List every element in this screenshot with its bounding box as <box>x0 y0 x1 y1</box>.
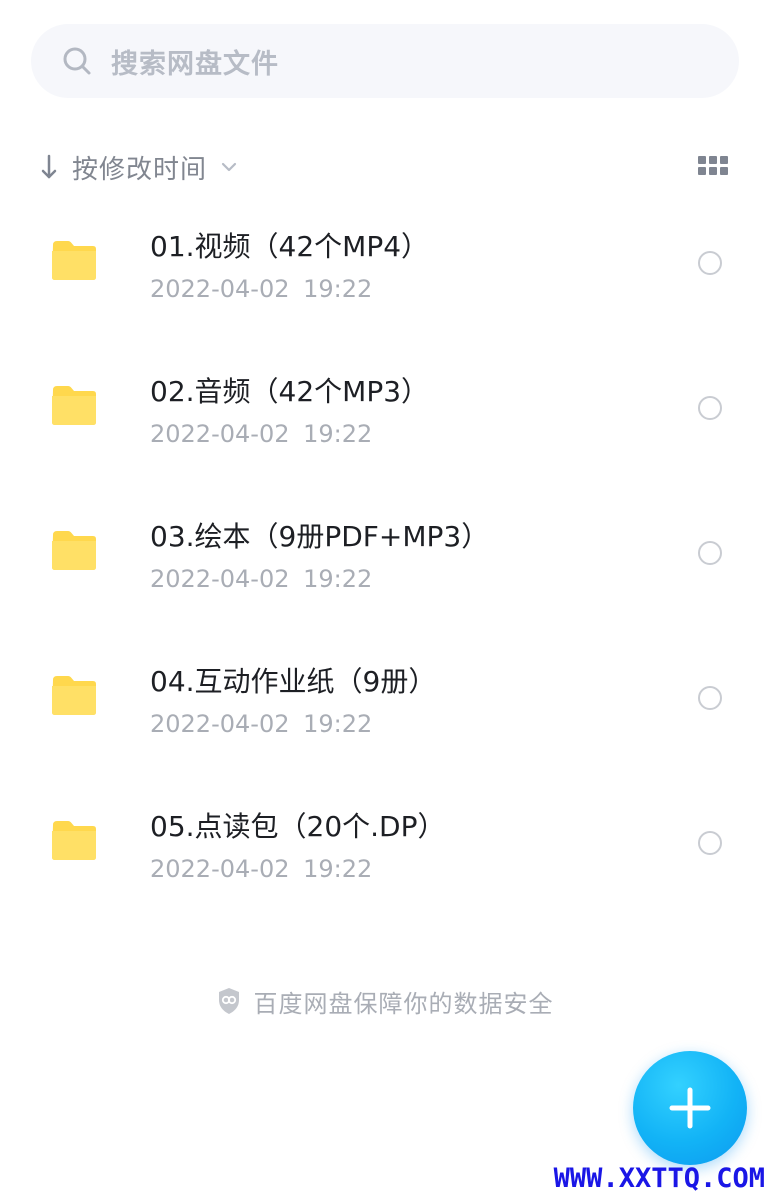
file-row-03[interactable]: 03.绘本（9册PDF+MP3） 2022-04-02 19:22 <box>0 485 769 630</box>
file-name: 03.绘本（9册PDF+MP3） <box>150 520 490 553</box>
shield-icon <box>216 986 242 1016</box>
plus-icon <box>669 1087 711 1129</box>
select-checkbox[interactable] <box>698 831 722 855</box>
file-date: 2022-04-02 19:22 <box>150 855 373 883</box>
security-text: 百度网盘保障你的数据安全 <box>253 989 554 1018</box>
search-input[interactable]: 搜索网盘文件 <box>31 24 739 98</box>
file-name: 05.点读包（20个.DP） <box>150 810 446 843</box>
file-name: 02.音频（42个MP3） <box>150 375 430 408</box>
search-placeholder: 搜索网盘文件 <box>111 48 279 80</box>
file-row-02[interactable]: 02.音频（42个MP3） 2022-04-02 19:22 <box>0 340 769 485</box>
file-date: 2022-04-02 19:22 <box>150 275 373 303</box>
file-date: 2022-04-02 19:22 <box>150 420 373 448</box>
folder-icon <box>52 241 96 280</box>
select-checkbox[interactable] <box>698 396 722 420</box>
select-checkbox[interactable] <box>698 541 722 565</box>
file-browser-page: 搜索网盘文件 按修改时间 01.视频（42个MP4） 2022-04-02 19… <box>0 0 769 1200</box>
add-button[interactable] <box>633 1051 747 1165</box>
security-note: 百度网盘保障你的数据安全 <box>0 984 769 1018</box>
arrow-down-icon[interactable] <box>38 152 60 182</box>
select-checkbox[interactable] <box>698 251 722 275</box>
grid-view-icon[interactable] <box>698 153 728 177</box>
select-checkbox[interactable] <box>698 686 722 710</box>
folder-icon <box>52 531 96 570</box>
search-icon <box>61 45 93 77</box>
folder-icon <box>52 676 96 715</box>
file-row-04[interactable]: 04.互动作业纸（9册） 2022-04-02 19:22 <box>0 630 769 775</box>
file-name: 04.互动作业纸（9册） <box>150 665 437 698</box>
chevron-down-icon[interactable] <box>219 157 239 177</box>
sort-option-label[interactable]: 按修改时间 <box>72 149 207 186</box>
folder-icon <box>52 821 96 860</box>
file-list: 01.视频（42个MP4） 2022-04-02 19:22 02.音频（42个… <box>0 195 769 920</box>
folder-icon <box>52 386 96 425</box>
watermark: WWW.XXTTQ.COM <box>553 1163 765 1194</box>
file-row-05[interactable]: 05.点读包（20个.DP） 2022-04-02 19:22 <box>0 775 769 920</box>
file-row-01[interactable]: 01.视频（42个MP4） 2022-04-02 19:22 <box>0 195 769 340</box>
sort-bar: 按修改时间 <box>38 145 728 189</box>
file-date: 2022-04-02 19:22 <box>150 565 373 593</box>
file-date: 2022-04-02 19:22 <box>150 710 373 738</box>
file-name: 01.视频（42个MP4） <box>150 230 430 263</box>
